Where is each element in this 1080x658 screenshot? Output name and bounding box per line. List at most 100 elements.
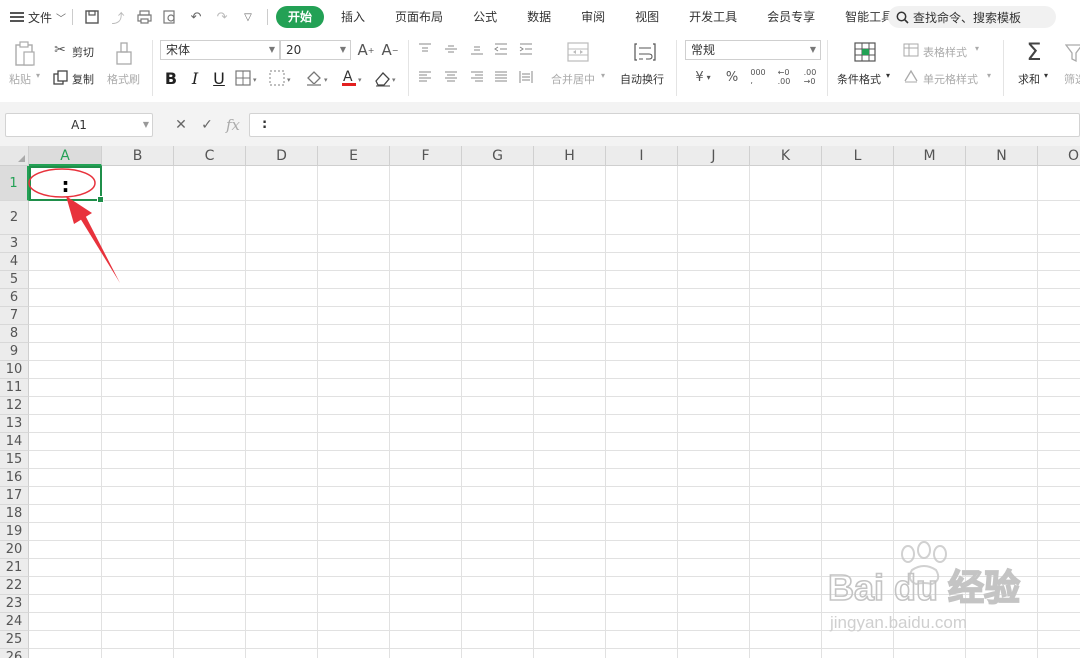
undo-icon[interactable]: ↶ (187, 8, 205, 26)
chevron-down-icon[interactable]: ▾ (975, 44, 979, 53)
distributed-align-icon[interactable] (518, 70, 534, 84)
print-icon[interactable] (135, 8, 153, 26)
conditional-format-button[interactable]: 条件格式 (837, 71, 881, 87)
filter-icon (1064, 42, 1080, 64)
filter-button[interactable]: 筛选 (1064, 71, 1080, 87)
tab-page-layout[interactable]: 页面布局 (382, 6, 456, 28)
format-painter-button[interactable]: 格式刷 (107, 71, 140, 87)
svg-text:A: A (343, 69, 353, 85)
divider (1003, 40, 1004, 96)
insert-function-button[interactable]: fx (222, 113, 244, 137)
watermark-brand: Bai du 经验 (828, 567, 1020, 608)
name-box-value: A1 (71, 118, 87, 132)
confirm-icon[interactable]: ✓ (196, 113, 218, 137)
currency-icon[interactable]: ¥ ▾ (688, 68, 718, 86)
hamburger-icon (10, 12, 24, 22)
font-color-icon[interactable]: A ▾ (340, 68, 366, 88)
wrap-text-button[interactable]: 自动换行 (620, 71, 664, 87)
tab-insert[interactable]: 插入 (328, 6, 378, 28)
chevron-down-icon: ﹀ (56, 13, 67, 25)
search-placeholder: 查找命令、搜索模板 (913, 10, 1022, 25)
wrap-text-icon (633, 41, 657, 63)
cell-format-icon[interactable]: ▾ (268, 69, 294, 87)
tab-formulas[interactable]: 公式 (460, 6, 510, 28)
table-style-icon (903, 43, 919, 57)
cancel-icon[interactable]: ✕ (170, 113, 192, 137)
chevron-down-icon: ▼ (809, 45, 816, 54)
table-style-button[interactable]: 表格样式 (923, 44, 967, 60)
print-preview-icon[interactable] (161, 8, 179, 26)
chevron-down-icon[interactable]: ▾ (886, 71, 890, 80)
number-format-value: 常规 (691, 43, 716, 57)
chevron-down-icon: ▼ (339, 45, 346, 54)
tab-home[interactable]: 开始 (276, 6, 325, 28)
chevron-down-icon: ▼ (142, 120, 149, 129)
tab-developer[interactable]: 开发工具 (676, 6, 750, 28)
tab-member[interactable]: 会员专享 (754, 6, 828, 28)
chevron-down-icon[interactable]: ▾ (987, 71, 991, 80)
decrease-font-icon[interactable]: A − (380, 41, 400, 59)
file-menu-label: 文件 (28, 10, 53, 25)
format-painter-icon (113, 40, 135, 68)
cell-style-icon (903, 69, 919, 83)
conditional-format-icon (853, 41, 877, 63)
increase-font-icon[interactable]: A + (356, 41, 376, 59)
italic-icon[interactable]: I (186, 68, 204, 88)
formula-bar: A1 ▼ ✕ ✓ fx : (0, 102, 1080, 146)
cut-button[interactable]: 剪切 (72, 44, 94, 60)
bold-icon[interactable]: B (162, 68, 180, 88)
percent-icon[interactable]: % (722, 68, 742, 86)
svg-text:▾: ▾ (324, 76, 328, 84)
tab-data[interactable]: 数据 (514, 6, 564, 28)
export-icon[interactable]: ⤴ (109, 8, 127, 27)
align-top-icon[interactable] (417, 42, 433, 56)
divider (676, 40, 677, 96)
tab-view[interactable]: 视图 (622, 6, 672, 28)
divider (408, 40, 409, 96)
align-center-icon[interactable] (443, 70, 459, 84)
tab-review[interactable]: 审阅 (568, 6, 618, 28)
customize-toolbar-icon[interactable]: ▽ (239, 8, 257, 26)
svg-text:▾: ▾ (392, 76, 396, 84)
cell-style-button[interactable]: 单元格样式 (923, 71, 978, 87)
font-size-select[interactable]: 20 ▼ (280, 40, 351, 60)
formula-input[interactable]: : (249, 113, 1080, 137)
file-menu[interactable]: 文件 ﹀ (0, 9, 66, 26)
copy-button[interactable]: 复制 (72, 71, 94, 87)
paste-button[interactable]: 粘贴 (9, 71, 31, 87)
font-name-select[interactable]: 宋体 ▼ (160, 40, 280, 60)
eraser-icon[interactable]: ▾ (372, 68, 400, 88)
command-search[interactable]: 查找命令、搜索模板 (888, 6, 1056, 28)
align-right-icon[interactable] (469, 70, 485, 84)
chevron-down-icon[interactable]: ▾ (601, 71, 605, 80)
font-size-value: 20 (286, 43, 302, 57)
align-left-icon[interactable] (417, 70, 433, 84)
fill-color-icon[interactable]: ▾ (304, 69, 332, 87)
align-bottom-icon[interactable] (469, 42, 485, 56)
chevron-down-icon[interactable]: ▾ (36, 71, 40, 80)
sum-icon: Σ (1026, 38, 1042, 66)
underline-icon[interactable]: U (210, 68, 228, 88)
justify-icon[interactable] (493, 70, 509, 84)
sum-button[interactable]: 求和 (1018, 71, 1040, 87)
merge-center-icon (566, 41, 590, 63)
decrease-decimal-icon[interactable]: .00 →0 (798, 68, 822, 86)
divider (152, 40, 153, 96)
decrease-indent-icon[interactable] (493, 42, 509, 56)
baidu-jingyan-watermark: Bai du 经验 jingyan.baidu.com (828, 541, 1021, 632)
name-box[interactable]: A1 ▼ (5, 113, 153, 137)
increase-indent-icon[interactable] (518, 42, 534, 56)
svg-text:▾: ▾ (358, 76, 362, 84)
thousands-separator-icon[interactable]: 000, (746, 68, 770, 86)
increase-decimal-icon[interactable]: ←0.00 (772, 68, 796, 86)
chevron-down-icon[interactable]: ▾ (1044, 71, 1048, 80)
paste-icon[interactable] (12, 40, 38, 68)
align-middle-icon[interactable] (443, 42, 459, 56)
redo-icon[interactable]: ↷ (213, 8, 231, 26)
number-format-select[interactable]: 常规 ▼ (685, 40, 821, 60)
save-icon[interactable] (83, 8, 101, 26)
merge-center-button[interactable]: 合并居中 (551, 71, 595, 87)
font-name-value: 宋体 (166, 43, 191, 57)
ribbon: 粘贴 ▾ ✂ 剪切 复制 格式刷 宋体 ▼ 20 ▼ A + A − B I U ▾… (0, 34, 1080, 103)
borders-icon[interactable]: ▾ (234, 69, 260, 87)
